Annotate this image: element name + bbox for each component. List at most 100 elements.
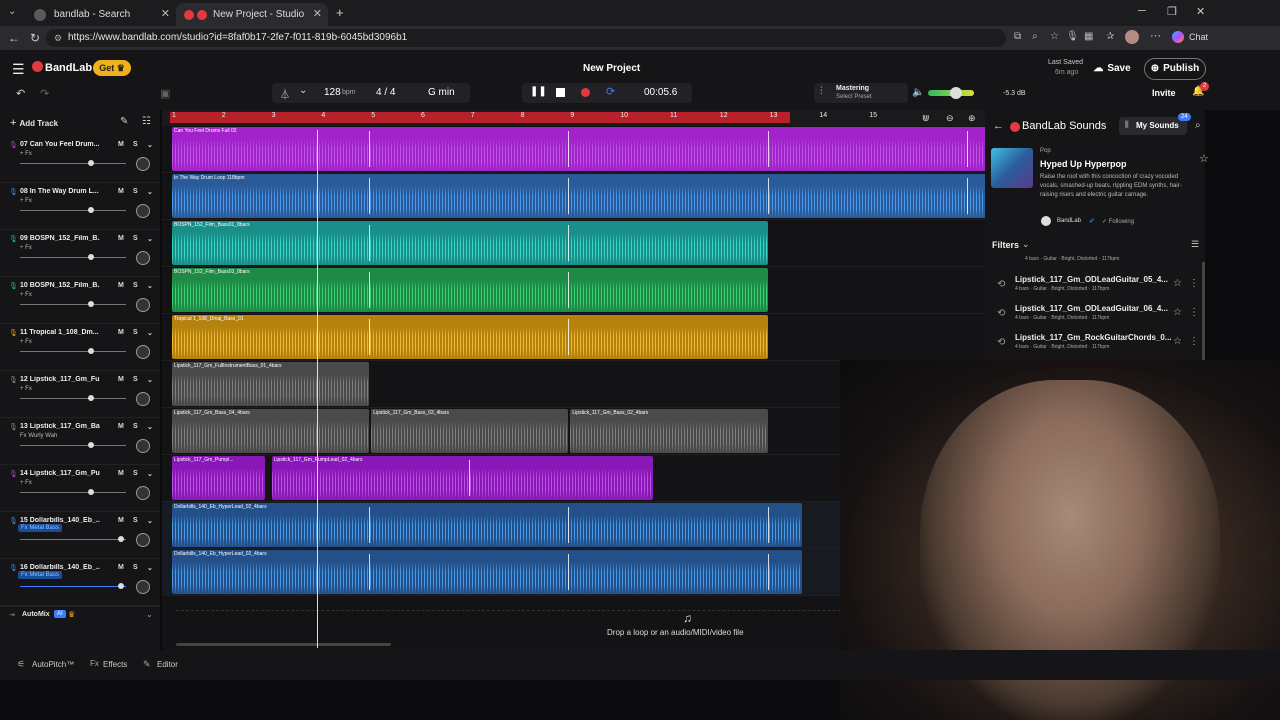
volume-knob[interactable] bbox=[88, 489, 94, 495]
track-header[interactable]: 🎙 09 BOSPN_152_Film_B... + Fx M S ⌄ bbox=[0, 230, 160, 277]
track-options-chevron-icon[interactable]: ⌄ bbox=[147, 235, 153, 243]
volume-slider[interactable] bbox=[20, 398, 126, 399]
hamburger-menu-icon[interactable]: ☰ bbox=[12, 61, 25, 78]
tab-list-chevron-icon[interactable]: ⌄ bbox=[8, 6, 16, 17]
track-name[interactable]: 09 BOSPN_152_Film_B... bbox=[20, 235, 100, 242]
editor-button[interactable]: Editor bbox=[157, 660, 178, 669]
audio-clip[interactable]: Dollarbills_140_Eb_HyperLead_02_4bars bbox=[172, 503, 803, 547]
browser-tab-search[interactable]: bandlab - Search ✕ bbox=[26, 3, 176, 26]
address-bar[interactable]: ⚙ https://www.bandlab.com/studio?id=8faf… bbox=[46, 29, 1006, 47]
autopitch-button[interactable]: AutoPitch™ bbox=[32, 660, 74, 669]
track-header[interactable]: 🎙 12 Lipstick_117_Gm_Fu... + Fx M S ⌄ bbox=[0, 371, 160, 418]
audio-clip[interactable]: BOSPN_152_Film_Bass03_8bars bbox=[172, 268, 768, 312]
volume-knob[interactable] bbox=[88, 348, 94, 354]
sound-result-row[interactable]: ⟲ Lipstick_117_Gm_RockGuitarChords_0... 4 … bbox=[985, 330, 1205, 359]
solo-button[interactable]: S bbox=[133, 564, 138, 571]
chat-label[interactable]: Chat bbox=[1189, 32, 1208, 42]
more-menu-icon[interactable]: ⋯ bbox=[1150, 29, 1161, 42]
track-header[interactable]: 🎙 10 BOSPN_152_Film_B... + Fx M S ⌄ bbox=[0, 277, 160, 324]
track-name[interactable]: 07 Can You Feel Drum... bbox=[20, 141, 100, 148]
track-fx-button[interactable]: + Fx bbox=[20, 198, 32, 204]
mute-button[interactable]: M bbox=[118, 235, 124, 242]
key-selector[interactable]: G min bbox=[428, 87, 455, 98]
effects-button[interactable]: Effects bbox=[103, 660, 127, 669]
maximize-window-icon[interactable]: ❐ bbox=[1167, 5, 1177, 18]
audio-clip[interactable]: Lipstick_117_Gm_Bass_04_4bars bbox=[172, 409, 370, 453]
track-options-chevron-icon[interactable]: ⌄ bbox=[147, 564, 153, 572]
favorite-star-icon[interactable]: ☆ bbox=[1199, 152, 1209, 165]
audio-clip[interactable]: Lipstick_117_Gm_Bass_02_4bars bbox=[570, 409, 768, 453]
stop-icon[interactable] bbox=[556, 88, 565, 97]
pause-icon[interactable]: ❚❚ bbox=[530, 86, 547, 97]
track-fx-button[interactable]: + Fx bbox=[20, 292, 32, 298]
track-name[interactable]: 08 In The Way Drum L... bbox=[20, 188, 100, 195]
volume-slider[interactable] bbox=[20, 586, 126, 587]
zoom-in-icon[interactable]: ⊕ bbox=[968, 113, 976, 124]
close-tab-icon[interactable]: ✕ bbox=[313, 7, 322, 20]
track-options-chevron-icon[interactable]: ⌄ bbox=[147, 188, 153, 196]
playhead[interactable] bbox=[317, 130, 318, 648]
solo-button[interactable]: S bbox=[133, 329, 138, 336]
mute-button[interactable]: M bbox=[118, 423, 124, 430]
filters-chevron-icon[interactable]: ⌄ bbox=[1022, 239, 1030, 250]
track-name[interactable]: 15 Dollarbills_140_Eb_... bbox=[20, 517, 100, 524]
bookmark-star-icon[interactable]: ☆ bbox=[1050, 31, 1059, 42]
invite-button[interactable]: Invite bbox=[1152, 88, 1176, 98]
more-options-icon[interactable]: ⋮ bbox=[1189, 307, 1199, 318]
solo-button[interactable]: S bbox=[133, 470, 138, 477]
track-options-chevron-icon[interactable]: ⌄ bbox=[147, 517, 153, 525]
master-volume-slider[interactable] bbox=[928, 87, 974, 99]
project-title[interactable]: New Project bbox=[583, 63, 640, 74]
audio-clip[interactable]: BOSPN_152_Film_Bass01_8bars bbox=[172, 221, 768, 265]
volume-knob[interactable] bbox=[88, 207, 94, 213]
volume-slider[interactable] bbox=[20, 210, 126, 211]
track-options-chevron-icon[interactable]: ⌄ bbox=[147, 376, 153, 384]
minimize-window-icon[interactable]: ─ bbox=[1138, 5, 1146, 17]
volume-slider[interactable] bbox=[20, 539, 126, 540]
volume-slider[interactable] bbox=[20, 492, 126, 493]
get-membership-button[interactable]: Get ♛ bbox=[93, 60, 131, 76]
copilot-icon[interactable] bbox=[1172, 31, 1184, 43]
pan-knob[interactable] bbox=[136, 345, 150, 359]
horizontal-scrollbar[interactable] bbox=[176, 643, 391, 646]
solo-button[interactable]: S bbox=[133, 376, 138, 383]
audio-clip[interactable]: In The Way Drum Loop 118bpm bbox=[172, 174, 987, 218]
sound-result-row[interactable]: ⟲ Lipstick_117_Gm_ODLeadGuitar_05_4... 4 b… bbox=[985, 272, 1205, 301]
snap-magnet-icon[interactable]: ⋓ bbox=[922, 113, 930, 124]
track-options-chevron-icon[interactable]: ⌄ bbox=[147, 329, 153, 337]
audio-clip[interactable]: Lipstick_117_Gm_Bass_03_4bars bbox=[371, 409, 569, 453]
metronome-dropdown-chevron-icon[interactable]: ⌄ bbox=[299, 85, 307, 96]
search-icon[interactable]: ⌕ bbox=[1195, 120, 1201, 131]
pan-knob[interactable] bbox=[136, 439, 150, 453]
pan-knob[interactable] bbox=[136, 580, 150, 594]
automix-row[interactable]: ⇥ AutoMix AI ♛ ⌄ bbox=[0, 606, 160, 624]
loop-icon[interactable]: ⟳ bbox=[606, 85, 615, 98]
volume-slider[interactable] bbox=[20, 304, 126, 305]
volume-slider[interactable] bbox=[20, 257, 126, 258]
track-name[interactable]: 13 Lipstick_117_Gm_Ba... bbox=[20, 423, 100, 430]
bpm-value[interactable]: 128 bbox=[324, 87, 341, 98]
track-options-chevron-icon[interactable]: ⌄ bbox=[147, 141, 153, 149]
volume-knob[interactable] bbox=[950, 87, 962, 99]
pack-cover-image[interactable] bbox=[991, 148, 1033, 188]
mute-button[interactable]: M bbox=[118, 282, 124, 289]
track-fx-button[interactable]: Fx Metal Bass bbox=[18, 524, 63, 532]
track-header[interactable]: 🎙 13 Lipstick_117_Gm_Ba... Fx Wurly Wah M S ⌄ bbox=[0, 418, 160, 465]
profile-avatar[interactable] bbox=[1125, 30, 1139, 44]
audio-clip[interactable]: Dollarbills_140_Eb_HyperLead_02_4bars bbox=[172, 550, 803, 594]
volume-icon[interactable]: 🔈 bbox=[912, 87, 924, 98]
volume-knob[interactable] bbox=[88, 442, 94, 448]
close-window-icon[interactable]: ✕ bbox=[1196, 5, 1205, 18]
pan-knob[interactable] bbox=[136, 533, 150, 547]
time-signature[interactable]: 4 / 4 bbox=[376, 87, 395, 98]
install-app-icon[interactable]: ⧉ bbox=[1014, 31, 1021, 42]
more-options-icon[interactable]: ⋮ bbox=[1189, 278, 1199, 289]
new-tab-icon[interactable]: + bbox=[336, 5, 344, 20]
mixer-toggle-icon[interactable]: ▣ bbox=[160, 87, 170, 100]
mute-button[interactable]: M bbox=[118, 188, 124, 195]
zoom-icon[interactable]: ⌕ bbox=[1032, 31, 1038, 42]
track-options-chevron-icon[interactable]: ⌄ bbox=[147, 282, 153, 290]
track-header[interactable]: 🎙 14 Lipstick_117_Gm_Pu... + Fx M S ⌄ bbox=[0, 465, 160, 512]
favorites-icon[interactable]: ✰ bbox=[1106, 31, 1114, 42]
sound-result-row[interactable]: ⟲ Lipstick_117_Gm_ODLeadGuitar_06_4... 4 b… bbox=[985, 301, 1205, 330]
